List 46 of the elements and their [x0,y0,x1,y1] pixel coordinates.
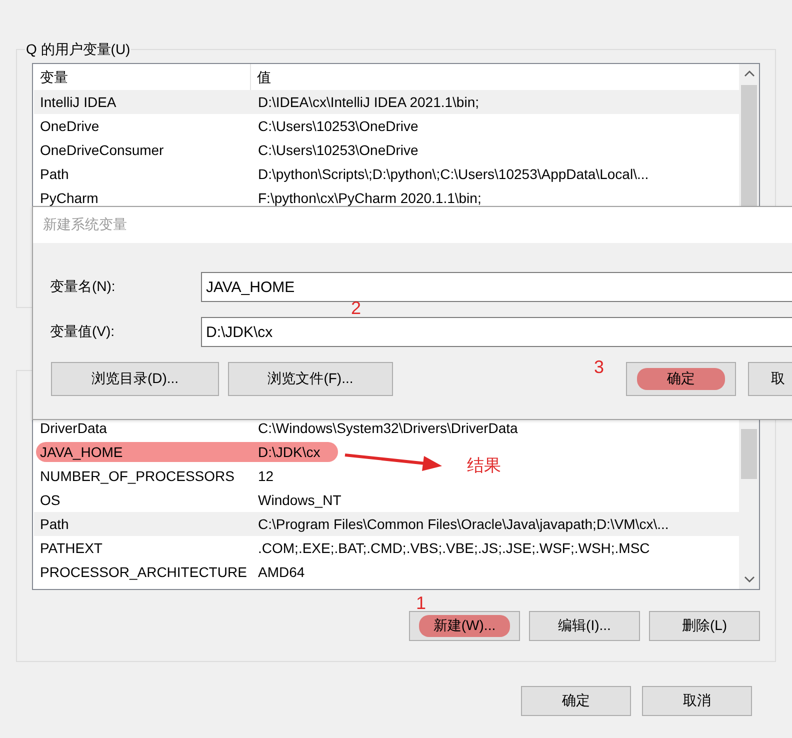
group-title: Q 的用户变量(U) [25,40,132,58]
button[interactable]: 编辑(I)... [529,611,640,641]
table-cell[interactable]: C:\Users\10253\OneDrive [251,114,418,138]
table-cell[interactable]: C:\Windows\System32\Drivers\DriverData [251,416,518,440]
step-number: 1 [416,592,426,614]
table-cell[interactable]: JAVA_HOME [36,442,251,462]
step-number: 3 [594,356,604,378]
table-cell[interactable]: D:\JDK\cx [251,442,338,462]
table-cell[interactable]: IntelliJ IDEA [34,90,251,114]
input-field[interactable]: D:\JDK\cx [201,317,792,347]
button[interactable]: 新建(W)... [409,611,520,641]
button[interactable]: 确定 [521,686,631,716]
table-cell[interactable]: D:\python\Scripts\;D:\python\;C:\Users\10253\AppData\Local\... [251,162,649,186]
table-cell[interactable]: C:\Users\10253\OneDrive [251,138,418,162]
table-cell[interactable]: F:\python\cx\PyCharm 2020.1.1\bin; [251,186,482,210]
table-cell[interactable]: D:\IDEA\cx\IntelliJ IDEA 2021.1\bin; [251,90,739,114]
table-cell[interactable]: OS [34,488,251,512]
column-header[interactable]: 值 [251,64,271,90]
table-cell[interactable]: 12 [251,464,274,488]
table-cell[interactable]: Windows_NT [251,488,342,512]
button[interactable]: 取 [748,362,792,396]
table-cell[interactable]: PyCharm [34,186,251,210]
table-cell[interactable]: C:\Program Files\Common Files\Oracle\Java\javapath;D:\VM\cx\... [251,512,739,536]
table-cell[interactable]: .COM;.EXE;.BAT;.CMD;.VBS;.VBE;.JS;.JSE;.WSF;.WSH;.MSC [251,536,650,560]
button[interactable]: 取消 [642,686,752,716]
table-cell[interactable]: AMD64 [251,560,305,584]
table-cell[interactable]: PROCESSOR_ARCHITECTURE [34,560,251,584]
field-label: 变量值(V): [50,323,116,341]
field-label: 变量名(N): [50,278,116,296]
table-cell[interactable]: Path [34,512,251,536]
table-cell[interactable]: Path [34,162,251,186]
annotation-label: 结果 [467,455,501,477]
table-cell[interactable]: DriverData [34,416,251,440]
scroll-up-icon[interactable] [744,70,754,77]
scroll-down-icon[interactable] [744,576,754,583]
input-field[interactable]: JAVA_HOME [201,272,792,302]
button[interactable]: 删除(L) [649,611,760,641]
table-cell[interactable]: OneDrive [34,114,251,138]
button[interactable]: 浏览文件(F)... [228,362,393,396]
table-cell[interactable]: PATHEXT [34,536,251,560]
button[interactable]: 确定 [626,362,736,396]
scrollbar-thumb[interactable] [741,429,757,479]
dialog-title: 新建系统变量 [43,216,127,234]
table-cell[interactable]: OneDriveConsumer [34,138,251,162]
button[interactable]: 浏览目录(D)... [51,362,219,396]
table-cell[interactable]: NUMBER_OF_PROCESSORS [34,464,251,488]
